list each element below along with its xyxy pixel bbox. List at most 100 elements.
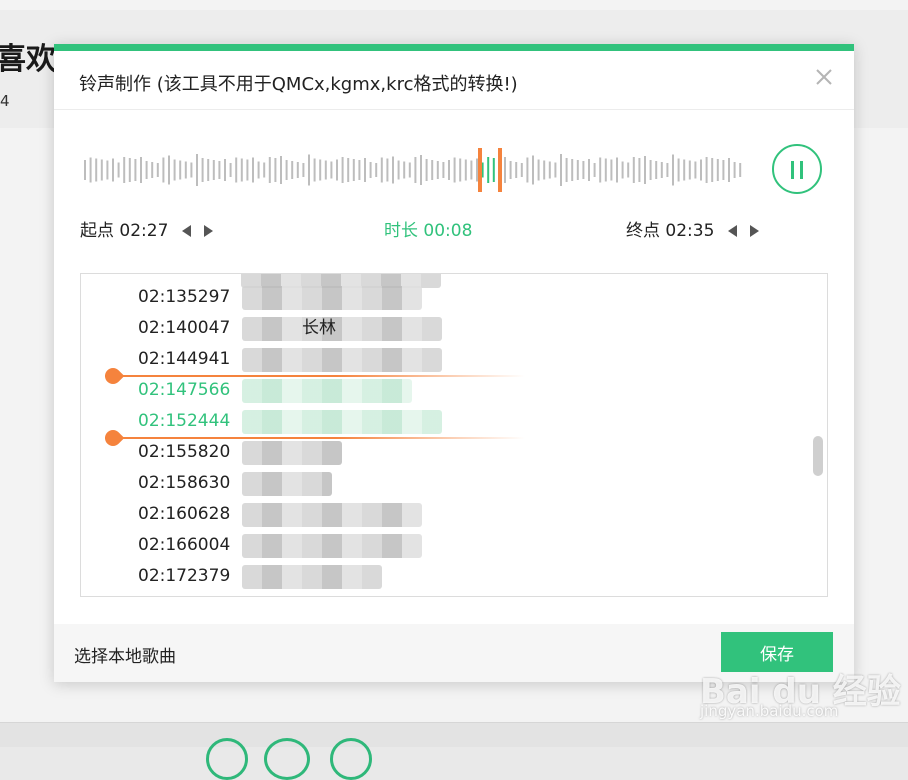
waveform-bar — [632, 157, 635, 183]
waveform-bar — [537, 159, 540, 181]
waveform-bar — [257, 161, 260, 179]
waveform-bar — [296, 162, 299, 178]
waveform-bar — [324, 160, 327, 180]
lyric-row[interactable]: 02:158630 — [138, 468, 818, 499]
waveform-bar — [700, 159, 702, 181]
waveform-bar — [453, 157, 456, 183]
waveform-bar — [470, 160, 473, 180]
blurred-lyric — [242, 534, 422, 558]
waveform-start-handle — [478, 148, 482, 192]
waveform-bar — [89, 157, 92, 183]
lyric-row[interactable]: 02:144941 — [138, 344, 818, 375]
waveform-bar — [145, 161, 148, 179]
watermark-url: jingyan.baidu.com — [700, 702, 839, 720]
waveform-bar — [252, 157, 254, 183]
lyric-row[interactable]: 02:166004 — [138, 530, 818, 561]
waveform-bar — [711, 158, 714, 182]
waveform-bar — [414, 157, 417, 183]
waveform-bar — [638, 158, 641, 182]
waveform-bar — [201, 158, 204, 182]
lyrics-list[interactable]: 02:135297 02:140047 长林 02:144941 02:147566 02… — [80, 273, 828, 597]
lyric-row[interactable]: 02:152444 — [138, 406, 818, 437]
next-control[interactable] — [330, 738, 372, 780]
blurred-lyric — [242, 286, 422, 310]
waveform-bar — [588, 159, 590, 181]
end-marker-handle[interactable] — [101, 426, 125, 450]
prev-control[interactable] — [206, 738, 248, 780]
waveform-bar — [151, 162, 154, 178]
lyric-time: 02:152444 — [138, 411, 231, 431]
waveform-bar — [291, 161, 294, 179]
pause-button[interactable] — [772, 144, 822, 194]
dialog-title: 铃声制作 (该工具不用于QMCx,kgmx,krc格式的转换!) — [79, 74, 518, 95]
blurred-lyric — [242, 565, 382, 589]
waveform-bar — [212, 160, 215, 180]
waveform-bar — [162, 157, 165, 183]
waveform-bar — [403, 161, 406, 179]
end-forward-icon[interactable] — [750, 225, 760, 237]
start-label: 起点 — [80, 221, 114, 241]
player-bar — [0, 722, 908, 747]
waveform-bar — [263, 162, 266, 178]
waveform-bar — [492, 158, 495, 182]
choose-local-song-link[interactable]: 选择本地歌曲 — [74, 642, 176, 667]
waveform-bar — [705, 157, 708, 183]
waveform-bar — [235, 157, 238, 183]
waveform-bar — [688, 160, 691, 180]
lyric-text: 长林 — [302, 318, 336, 338]
waveform-bar — [184, 161, 187, 179]
waveform-bar — [128, 158, 131, 182]
waveform-bar — [117, 162, 120, 178]
waveform-bar — [655, 161, 658, 179]
waveform-bar — [190, 162, 193, 178]
start-point: 起点 02:27 — [80, 216, 214, 241]
end-marker-line[interactable] — [105, 437, 525, 439]
lyric-row[interactable]: 02:172379 — [138, 561, 818, 592]
start-marker-line[interactable] — [105, 375, 525, 377]
waveform-bar — [733, 162, 736, 178]
lyric-row[interactable]: 02:135297 — [138, 282, 818, 313]
waveform-bar — [112, 158, 114, 182]
audio-waveform[interactable] — [82, 148, 748, 192]
waveform-bar — [397, 160, 400, 180]
duration: 时长 00:08 — [384, 216, 472, 241]
waveform-bar — [347, 158, 350, 182]
start-forward-icon[interactable] — [204, 225, 214, 237]
blurred-lyric — [242, 348, 442, 372]
start-marker-handle[interactable] — [101, 364, 125, 388]
waveform-bar — [425, 159, 428, 181]
start-back-icon[interactable] — [181, 225, 191, 237]
play-control[interactable] — [264, 738, 310, 780]
lyric-row[interactable]: 02:140047 长林 — [138, 313, 818, 344]
waveform-bar — [728, 158, 730, 182]
lyric-time: 02:144941 — [138, 349, 231, 369]
waveform-bar — [554, 162, 557, 178]
end-label: 终点 — [626, 221, 660, 241]
waveform-bar — [459, 158, 462, 182]
lyric-row[interactable]: 02:147566 — [138, 375, 818, 406]
waveform-bar — [504, 157, 506, 183]
waveform-bar — [649, 160, 652, 180]
waveform-bar — [464, 159, 467, 181]
waveform-bar — [224, 159, 226, 181]
waveform-bar — [313, 158, 316, 182]
lyric-row[interactable]: 02:160628 — [138, 499, 818, 530]
duration-label: 时长 — [384, 221, 418, 241]
waveform-bar — [593, 163, 596, 177]
start-value: 02:27 — [119, 221, 169, 241]
waveform-bar — [358, 160, 361, 180]
waveform-bar — [677, 158, 680, 182]
waveform-bar — [571, 159, 574, 181]
waveform-bar — [565, 158, 568, 182]
lyric-time: 02:135297 — [138, 287, 231, 307]
waveform-bar — [621, 161, 624, 179]
waveform-bar — [336, 159, 338, 181]
end-back-icon[interactable] — [727, 225, 737, 237]
close-icon[interactable] — [812, 65, 836, 89]
lyric-row[interactable]: 02:155820 — [138, 437, 818, 468]
waveform-bar — [218, 161, 221, 179]
waveform-bar — [448, 160, 450, 180]
waveform-bar — [604, 158, 607, 182]
waveform-bar — [302, 163, 305, 177]
blurred-lyric — [242, 379, 412, 403]
